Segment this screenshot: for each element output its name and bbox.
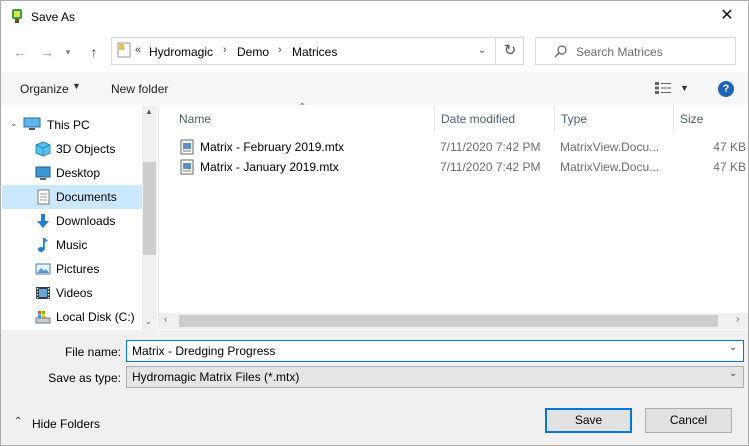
- save-type-select[interactable]: Hydromagic Matrix Files (*.mtx) ⌄: [126, 366, 744, 388]
- sidebar-item-label: 3D Objects: [56, 142, 116, 156]
- scroll-left-icon[interactable]: ‹: [164, 314, 167, 325]
- sidebar-item-label: This PC: [47, 118, 90, 132]
- back-arrow-icon[interactable]: ←: [9, 41, 31, 63]
- horizontal-scroll-thumb[interactable]: [179, 315, 718, 327]
- file-date: 7/11/2020 7:42 PM: [440, 140, 541, 154]
- document-icon: [37, 189, 50, 205]
- table-row[interactable]: Matrix - January 2019.mtx 7/11/2020 7:42…: [176, 157, 746, 177]
- chevron-down-icon[interactable]: ⌄: [10, 118, 18, 129]
- title-bar: Save As ✕: [1, 1, 748, 32]
- save-type-label: Save as type:: [48, 371, 121, 385]
- desktop-icon: [35, 166, 51, 180]
- column-header-name[interactable]: Name: [179, 112, 211, 126]
- address-dropdown-icon[interactable]: ⌄: [471, 40, 493, 62]
- sidebar-item-label: Videos: [56, 286, 93, 300]
- column-header-type[interactable]: Type: [561, 112, 587, 126]
- view-chevron-down-icon[interactable]: ▼: [680, 83, 689, 93]
- sidebar-item-label: Pictures: [56, 262, 100, 276]
- help-icon[interactable]: ?: [718, 81, 734, 97]
- chevron-down-icon[interactable]: ▼: [72, 81, 81, 91]
- chevron-right-icon[interactable]: ›: [278, 44, 282, 56]
- file-name-value: Matrix - Dredging Progress: [132, 344, 276, 358]
- hide-folders-button[interactable]: Hide Folders: [32, 417, 100, 431]
- search-placeholder: Search Matrices: [576, 45, 663, 59]
- sidebar-item-downloads[interactable]: Downloads: [2, 209, 142, 233]
- videos-icon: [36, 287, 50, 299]
- app-icon: [12, 9, 22, 23]
- sidebar-item-desktop[interactable]: Desktop: [2, 161, 142, 185]
- column-header-date[interactable]: Date modified: [441, 112, 515, 126]
- table-row[interactable]: Matrix - February 2019.mtx 7/11/2020 7:4…: [176, 137, 746, 157]
- sort-ascending-icon: ⌃: [298, 102, 307, 113]
- chevron-right-icon[interactable]: ›: [223, 44, 227, 56]
- view-options-icon[interactable]: [655, 82, 671, 94]
- disk-icon: [35, 311, 51, 324]
- pane-divider[interactable]: [158, 106, 159, 330]
- refresh-icon[interactable]: ↻: [495, 37, 524, 65]
- sidebar-item-3d-objects[interactable]: 3D Objects: [2, 137, 142, 161]
- breadcrumb-matrices[interactable]: Matrices: [292, 45, 337, 59]
- folder-icon: [117, 42, 131, 58]
- file-size: 47 KB: [713, 140, 746, 154]
- save-button[interactable]: Save: [545, 408, 632, 433]
- close-icon[interactable]: ✕: [717, 6, 737, 26]
- sidebar-item-label: Desktop: [56, 166, 101, 180]
- column-header-size[interactable]: Size: [680, 112, 703, 126]
- sidebar-item-pictures[interactable]: Pictures: [2, 257, 142, 281]
- sidebar-item-label: Local Disk (C:): [56, 310, 135, 324]
- column-separator[interactable]: [554, 105, 555, 131]
- file-name-chevron-icon[interactable]: ⌄: [729, 342, 737, 353]
- cube-icon: [35, 141, 51, 157]
- sidebar-scroll-thumb[interactable]: [143, 162, 156, 255]
- cancel-button[interactable]: Cancel: [645, 408, 732, 433]
- up-arrow-icon[interactable]: ↑: [83, 41, 105, 63]
- file-name-label: File name:: [64, 345, 121, 359]
- breadcrumb-hydromagic[interactable]: Hydromagic: [149, 45, 213, 59]
- chevron-up-icon[interactable]: ⌃: [14, 416, 22, 427]
- chevron-down-icon[interactable]: ⌄: [729, 368, 737, 379]
- column-separator[interactable]: [434, 105, 435, 131]
- sidebar-item-label: Music: [56, 238, 88, 252]
- breadcrumb-overflow[interactable]: «: [135, 44, 141, 56]
- file-type: MatrixView.Docu...: [560, 160, 660, 174]
- sidebar-item-music[interactable]: Music: [2, 233, 142, 257]
- column-separator[interactable]: [673, 105, 674, 131]
- file-name: Matrix - February 2019.mtx: [200, 140, 345, 154]
- sidebar-item-documents[interactable]: Documents: [2, 185, 142, 209]
- breadcrumb-demo[interactable]: Demo: [237, 45, 269, 59]
- scroll-right-icon[interactable]: ›: [736, 314, 739, 325]
- sidebar-item-local-disk[interactable]: Local Disk (C:): [2, 305, 142, 329]
- save-as-dialog: Save As ✕ ← → ▾ ↑ « Hydromagic › Demo › …: [0, 0, 749, 446]
- download-icon: [37, 214, 49, 228]
- file-name: Matrix - January 2019.mtx: [200, 160, 339, 174]
- organize-button[interactable]: Organize: [20, 82, 69, 96]
- pictures-icon: [35, 263, 51, 275]
- music-icon: [38, 238, 48, 252]
- file-type: MatrixView.Docu...: [560, 140, 660, 154]
- window-title: Save As: [31, 10, 76, 24]
- sidebar-item-label: Downloads: [56, 214, 116, 228]
- search-icon: [554, 45, 567, 58]
- file-date: 7/11/2020 7:42 PM: [440, 160, 541, 174]
- scroll-up-icon[interactable]: ▲: [145, 107, 153, 116]
- sidebar-item-videos[interactable]: Videos: [2, 281, 142, 305]
- sidebar-item-label: Documents: [56, 190, 117, 204]
- new-folder-button[interactable]: New folder: [111, 82, 168, 96]
- computer-icon: [23, 117, 41, 130]
- matrix-file-icon: [180, 139, 194, 155]
- scroll-down-icon[interactable]: ⌄: [145, 317, 152, 326]
- save-type-value: Hydromagic Matrix Files (*.mtx): [132, 370, 300, 384]
- sidebar-item-this-pc[interactable]: ⌄ This PC: [2, 113, 142, 137]
- matrix-file-icon: [180, 159, 194, 175]
- file-size: 47 KB: [713, 160, 746, 174]
- forward-arrow-icon[interactable]: →: [36, 41, 58, 63]
- recent-chevron-icon[interactable]: ▾: [57, 41, 79, 63]
- file-name-input[interactable]: Matrix - Dredging Progress ⌄: [126, 340, 744, 362]
